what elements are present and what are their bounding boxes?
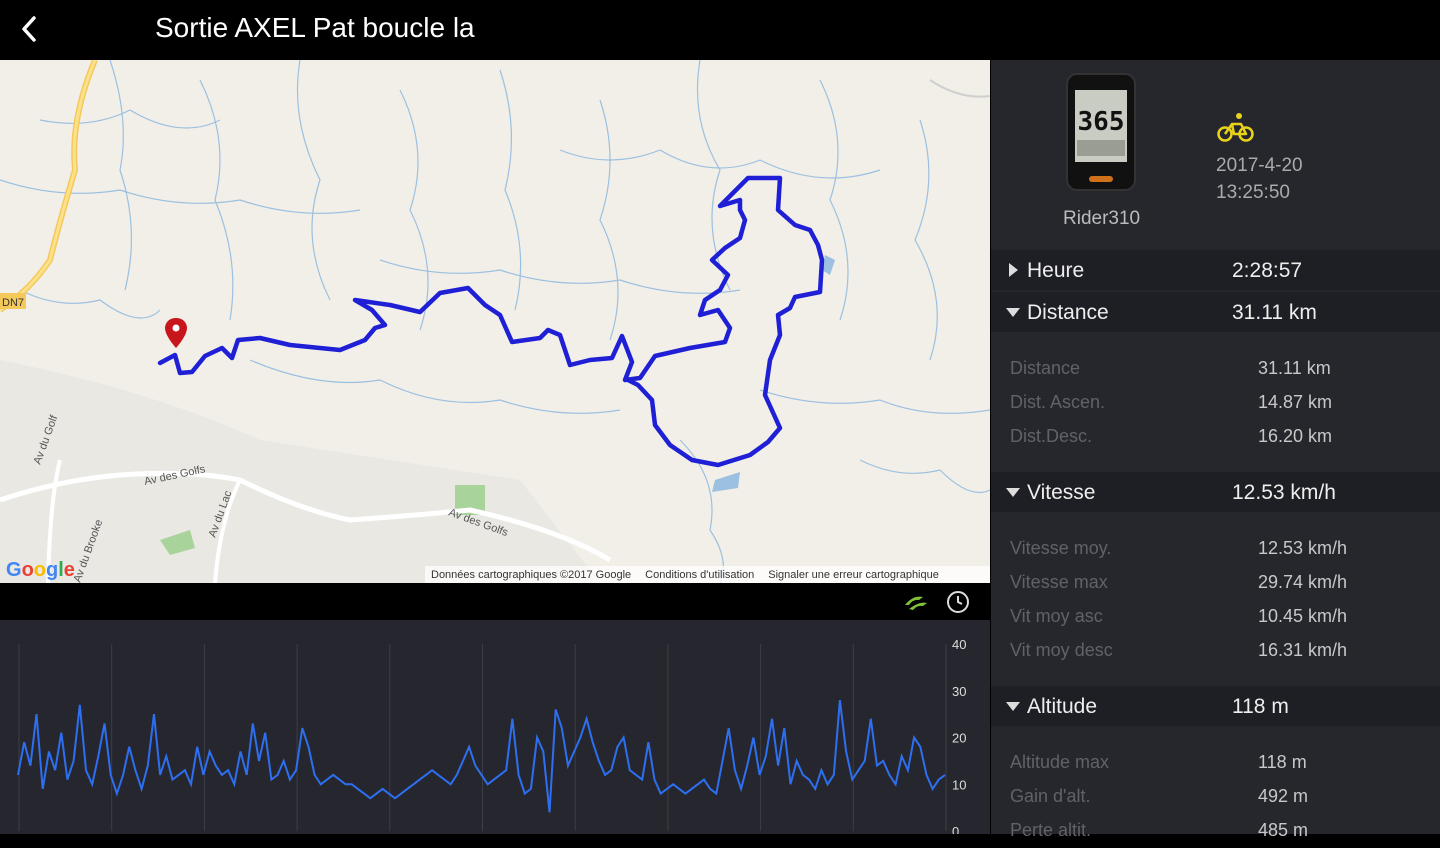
activity-datetime: 2017-4-20 13:25:50: [1216, 152, 1303, 206]
top-bar: Sortie AXEL Pat boucle la: [0, 0, 1440, 60]
stat-label: Dist. Ascen.: [1010, 392, 1106, 412]
section-vitesse[interactable]: Vitesse 12.53 km/h: [991, 472, 1440, 512]
stat-value: 12.53 km/h: [1258, 538, 1348, 558]
stat-label: Dist.Desc.: [1010, 426, 1093, 446]
road-label-dn7: DN7: [2, 297, 24, 309]
bike-computer-icon: 365: [1066, 73, 1136, 191]
y-tick-label: 10: [952, 777, 966, 792]
stat-value: 31.11 km: [1258, 358, 1331, 378]
map-canvas[interactable]: DN7 Av du Golf Av des Golfs Av du Lac Av…: [0, 60, 990, 583]
stat-value: 492 m: [1258, 786, 1309, 806]
stat-label: Distance: [1010, 358, 1081, 378]
stat-label: Vitesse moy.: [1010, 538, 1112, 558]
section-heure[interactable]: Heure 2:28:57: [991, 250, 1440, 290]
distance-value: 31.11 km: [1232, 301, 1317, 324]
y-tick-label: 20: [952, 731, 966, 746]
stat-row: Dist. Ascen. 14.87 km: [991, 386, 1440, 420]
y-tick-label: 30: [952, 684, 966, 699]
stat-value: 16.20 km: [1258, 426, 1333, 446]
stats-sidebar: 365 Rider310 2017-4-20 13:25:50 Heure 2:…: [991, 60, 1440, 840]
vitesse-value: 12.53 km/h: [1232, 481, 1336, 504]
map-attribution: Données cartographiques ©2017 Google Con…: [425, 566, 990, 583]
activity-date: 2017-4-20: [1216, 155, 1303, 176]
section-altitude[interactable]: Altitude 118 m: [991, 686, 1440, 726]
page-title: Sortie AXEL Pat boucle la: [155, 12, 475, 43]
chevron-right-icon: [1009, 263, 1018, 277]
stat-value: 118 m: [1258, 752, 1307, 772]
stat-row: Perte altit. 485 m: [991, 814, 1440, 848]
speed-icon[interactable]: [901, 591, 931, 613]
altitude-value: 118 m: [1232, 695, 1289, 718]
report-error-link[interactable]: Signaler une erreur cartographique: [768, 569, 939, 581]
clock-icon[interactable]: [945, 589, 971, 615]
stat-label: Vit moy desc: [1010, 640, 1113, 660]
stat-row: Dist.Desc. 16.20 km: [991, 420, 1440, 454]
device-name: Rider310: [1063, 208, 1141, 229]
chart-plot[interactable]: 40 30 20 10 0: [0, 620, 990, 839]
google-logo: Google: [6, 559, 75, 581]
heure-label: Heure: [1027, 259, 1085, 282]
back-arrow-icon[interactable]: [14, 12, 44, 46]
section-distance[interactable]: Distance 31.11 km: [991, 292, 1440, 332]
y-tick-label: 0: [952, 824, 959, 834]
heure-value: 2:28:57: [1232, 259, 1303, 282]
stat-label: Altitude max: [1010, 752, 1110, 772]
speed-chart[interactable]: 40 30 20 10 0: [0, 620, 990, 839]
chart-toolbar: [0, 583, 990, 620]
stat-row: Vitesse moy. 12.53 km/h: [991, 532, 1440, 566]
stat-row: Gain d'alt. 492 m: [991, 780, 1440, 814]
stat-row: Altitude max 118 m: [991, 746, 1440, 780]
terms-link[interactable]: Conditions d'utilisation: [645, 569, 754, 581]
stat-row: Vitesse max 29.74 km/h: [991, 566, 1440, 600]
chevron-down-icon: [1006, 488, 1020, 497]
distance-label: Distance: [1027, 301, 1109, 324]
chevron-down-icon: [1006, 702, 1020, 711]
stat-row: Vit moy asc 10.45 km/h: [991, 600, 1440, 634]
stat-row: Vit moy desc 16.31 km/h: [991, 634, 1440, 668]
device-card: 365 Rider310 2017-4-20 13:25:50: [991, 60, 1440, 248]
stat-value: 14.87 km: [1258, 392, 1333, 412]
bicycle-icon: [1217, 113, 1254, 142]
map-data-credit: Données cartographiques ©2017 Google: [431, 568, 632, 581]
route-map[interactable]: DN7 Av du Golf Av des Golfs Av du Lac Av…: [0, 60, 990, 583]
stat-label: Gain d'alt.: [1010, 786, 1091, 806]
speed-series-line: [17, 699, 946, 813]
stat-value: 10.45 km/h: [1258, 606, 1348, 626]
stat-label: Vit moy asc: [1010, 606, 1103, 626]
chevron-down-icon: [1006, 308, 1020, 317]
stat-value: 16.31 km/h: [1258, 640, 1348, 660]
stat-value: 29.74 km/h: [1258, 572, 1348, 592]
activity-time: 13:25:50: [1216, 182, 1290, 203]
y-tick-label: 40: [952, 637, 966, 652]
stat-value: 485 m: [1258, 820, 1309, 840]
stat-label: Perte altit.: [1010, 820, 1092, 840]
stat-row: Distance 31.11 km: [991, 352, 1440, 386]
stat-label: Vitesse max: [1010, 572, 1108, 592]
vitesse-label: Vitesse: [1027, 481, 1096, 504]
altitude-label: Altitude: [1027, 695, 1098, 718]
device-screen-value: 365: [1078, 107, 1125, 137]
